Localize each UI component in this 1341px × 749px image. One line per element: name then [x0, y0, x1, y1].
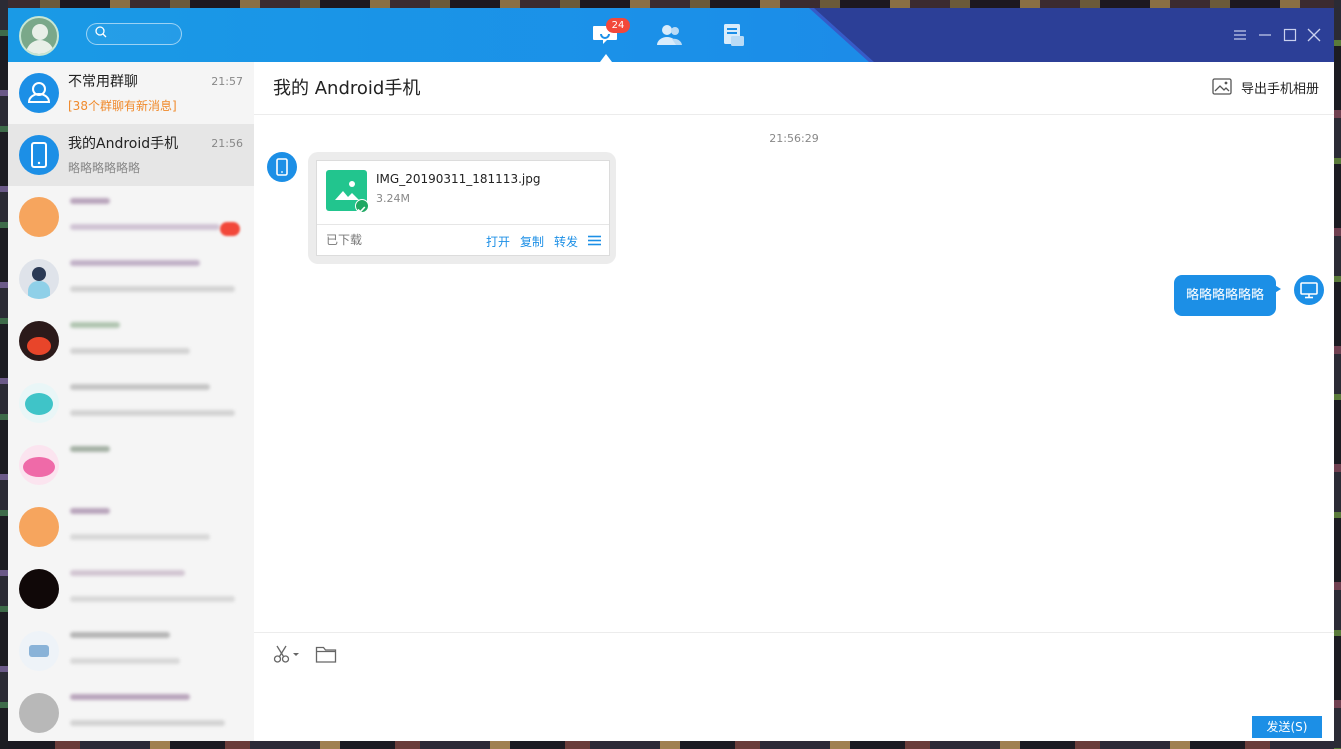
desktop-background-top — [0, 0, 1341, 8]
conversation-preview: 略略略略略略 — [68, 161, 141, 175]
conversation-item-redacted[interactable] — [8, 558, 254, 620]
conversation-item-group-chats[interactable]: 不常用群聊 21:57 [38个群聊有新消息] — [8, 62, 254, 124]
user-avatar[interactable] — [19, 16, 59, 56]
search-input[interactable] — [111, 26, 181, 44]
file-message: IMG_20190311_181113.jpg 3.24M 已下载 打开 复制 … — [308, 152, 616, 264]
desktop-icon — [1294, 275, 1324, 305]
conversation-item-redacted[interactable] — [8, 186, 254, 248]
forward-file-link[interactable]: 转发 — [554, 233, 578, 250]
file-status: 已下载 — [326, 233, 363, 247]
search-box[interactable] — [86, 23, 182, 45]
file-card-divider — [317, 224, 609, 225]
send-button[interactable]: 发送(S) — [1252, 716, 1322, 738]
file-name: IMG_20190311_181113.jpg — [376, 172, 541, 186]
conversation-preview: [38个群聊有新消息] — [68, 99, 177, 113]
avatar — [19, 507, 59, 547]
conversation-item-redacted[interactable] — [8, 434, 254, 496]
desktop-background-bottom — [0, 741, 1341, 749]
folder-icon — [315, 646, 337, 663]
chat-title: 我的 Android手机 — [273, 78, 421, 99]
avatar — [19, 631, 59, 671]
files-icon — [724, 24, 744, 46]
chat-panel: 我的 Android手机 导出手机相册 21:56:29 IMG_2019031… — [254, 62, 1334, 741]
avatar — [19, 383, 59, 423]
conversation-name: 不常用群聊 — [68, 74, 138, 90]
desktop-background-left — [0, 0, 8, 749]
message-timestamp: 21:56:29 — [769, 132, 819, 145]
conversation-time: 21:56 — [211, 137, 243, 150]
conversation-item-android-phone[interactable]: 我的Android手机 21:56 略略略略略略 — [8, 124, 254, 186]
minimize-icon[interactable] — [1258, 28, 1272, 42]
avatar — [19, 197, 59, 237]
conversation-list: 不常用群聊 21:57 [38个群聊有新消息] 我的Android手机 21:5… — [8, 62, 254, 741]
contacts-icon — [657, 25, 682, 45]
search-icon — [95, 26, 107, 38]
desktop-background-right — [1334, 0, 1341, 749]
chevron-down-icon — [293, 653, 299, 656]
maximize-icon[interactable] — [1283, 28, 1297, 42]
conversation-time: 21:57 — [211, 75, 243, 88]
phone-icon — [19, 135, 59, 175]
file-card[interactable]: IMG_20190311_181113.jpg 3.24M 已下载 打开 复制 … — [316, 160, 610, 256]
hamburger-menu-icon[interactable] — [588, 235, 601, 246]
open-file-link[interactable]: 打开 — [486, 233, 510, 250]
avatar — [19, 259, 59, 299]
conversation-item-redacted[interactable] — [8, 620, 254, 682]
active-tab-indicator — [600, 54, 612, 62]
photo-album-icon — [1212, 78, 1232, 95]
group-icon — [19, 73, 59, 113]
phone-icon — [267, 152, 297, 182]
export-album-button[interactable]: 导出手机相册 — [1212, 76, 1319, 98]
copy-file-link[interactable]: 复制 — [520, 233, 544, 250]
title-bar-dark-panel — [814, 8, 1334, 62]
message-input[interactable] — [266, 674, 1250, 736]
image-file-icon — [326, 170, 369, 213]
close-icon[interactable] — [1307, 28, 1321, 42]
bubble-tail — [1273, 284, 1281, 294]
avatar — [19, 445, 59, 485]
menu-icon[interactable] — [1233, 28, 1247, 42]
chat-window: 24 不常用群聊 21:57 [38个群聊有新消息] 我的Android手机 2… — [8, 8, 1334, 741]
nav-contacts-tab[interactable] — [654, 20, 684, 50]
unread-badge: 24 — [606, 18, 630, 33]
header-divider — [254, 114, 1334, 115]
export-album-label: 导出手机相册 — [1240, 81, 1319, 97]
conversation-item-redacted[interactable] — [8, 310, 254, 372]
file-size: 3.24M — [376, 192, 410, 205]
conversation-name: 我的Android手机 — [68, 136, 179, 152]
nav-files-tab[interactable] — [719, 20, 749, 50]
send-file-button[interactable] — [315, 644, 337, 668]
checkmark-icon — [357, 206, 366, 213]
title-bar: 24 — [8, 8, 1334, 62]
input-divider — [254, 632, 1334, 633]
avatar — [19, 569, 59, 609]
conversation-item-redacted[interactable] — [8, 496, 254, 558]
avatar — [19, 321, 59, 361]
avatar — [19, 693, 59, 733]
conversation-item-redacted[interactable] — [8, 248, 254, 310]
screenshot-tool-button[interactable] — [273, 644, 301, 668]
scissors-icon — [273, 645, 299, 663]
conversation-item-redacted[interactable] — [8, 682, 254, 741]
conversation-item-redacted[interactable] — [8, 372, 254, 434]
outgoing-message-bubble[interactable]: 略略略略略略 — [1174, 275, 1277, 316]
